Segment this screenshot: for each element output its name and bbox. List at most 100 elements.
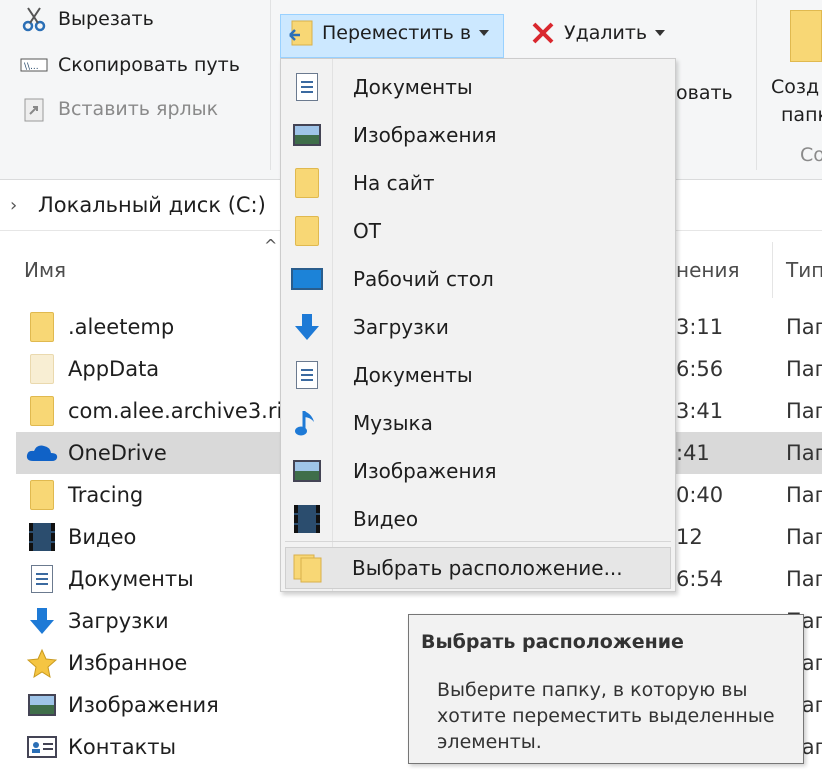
rename-button[interactable]: овать <box>676 82 733 104</box>
new-folder-button[interactable]: Созд <box>771 76 819 98</box>
paste-shortcut-label: Вставить ярлык <box>58 98 219 120</box>
desktop-icon <box>291 261 323 297</box>
video-icon <box>291 501 323 537</box>
menu-item-images-2[interactable]: Изображения <box>281 447 675 495</box>
file-type: Пап <box>786 315 822 339</box>
menu-item-label: Рабочий стол <box>353 267 494 291</box>
ribbon-group-label: Со <box>800 144 822 166</box>
new-folder-label-1: Созд <box>771 76 820 98</box>
column-name[interactable]: Имя <box>24 258 66 282</box>
menu-item-label: ОТ <box>353 219 381 243</box>
menu-item-desktop[interactable]: Рабочий стол <box>281 255 675 303</box>
image-icon <box>24 688 60 722</box>
menu-item-documents-2[interactable]: Документы <box>281 351 675 399</box>
folder-icon <box>24 352 60 386</box>
file-type: Пап <box>786 483 822 507</box>
copy-path-label: Скопировать путь <box>58 54 240 76</box>
contacts-icon <box>24 730 60 764</box>
file-name: Изображения <box>68 693 219 717</box>
column-date[interactable]: нения <box>676 258 740 282</box>
chevron-down-icon <box>479 30 490 36</box>
menu-item-video[interactable]: Видео <box>281 495 675 543</box>
paste-shortcut-icon <box>20 96 48 122</box>
delete-icon <box>530 20 556 46</box>
file-type: Пап <box>786 441 822 465</box>
menu-item-images[interactable]: Изображения <box>281 111 675 159</box>
delete-button[interactable]: Удалить <box>530 20 666 46</box>
menu-item-label: Изображения <box>353 123 497 147</box>
menu-item-na-sait[interactable]: На сайт <box>281 159 675 207</box>
new-folder-label-line2[interactable]: папк <box>781 104 822 126</box>
file-type: Пап <box>786 357 822 381</box>
menu-item-label: Документы <box>353 363 473 387</box>
choose-location-icon <box>292 550 324 586</box>
star-icon <box>24 646 60 680</box>
menu-item-downloads[interactable]: Загрузки <box>281 303 675 351</box>
delete-label: Удалить <box>564 22 648 44</box>
file-name: Избранное <box>68 651 188 675</box>
folder-icon <box>24 478 60 512</box>
cut-button[interactable]: Вырезать <box>20 6 154 32</box>
chevron-down-icon <box>655 30 666 36</box>
file-date: 3:41 <box>676 399 724 423</box>
menu-item-label: Документы <box>353 75 473 99</box>
file-date: 0:40 <box>676 483 724 507</box>
menu-item-ot[interactable]: ОТ <box>281 207 675 255</box>
file-date: 12 <box>676 525 703 549</box>
copy-path-button[interactable]: \\... Скопировать путь <box>20 52 240 78</box>
menu-item-label: На сайт <box>353 171 435 195</box>
column-type[interactable]: Тип <box>786 258 822 282</box>
sort-up-icon: ^ <box>264 236 278 255</box>
column-separator[interactable] <box>772 242 773 298</box>
menu-item-label: Изображения <box>353 459 497 483</box>
file-name: com.alee.archive3.ric <box>68 399 294 423</box>
menu-separator <box>285 541 671 542</box>
move-to-content[interactable]: Переместить в <box>288 20 490 46</box>
folder-icon <box>24 310 60 344</box>
ribbon-separator <box>756 0 757 170</box>
paste-shortcut-button[interactable]: Вставить ярлык <box>20 96 218 122</box>
folder-icon <box>291 213 323 249</box>
file-date: :41 <box>676 441 710 465</box>
tooltip-body: Выберите папку, в которую вы хотите пере… <box>437 679 775 753</box>
new-folder-icon[interactable] <box>790 10 822 62</box>
download-icon <box>291 309 323 345</box>
menu-item-label: Загрузки <box>353 315 449 339</box>
new-folder-label-2: папк <box>781 104 822 126</box>
file-type: Пап <box>786 399 822 423</box>
move-to-menu: Документы Изображения На сайт ОТ Рабочий… <box>280 58 676 592</box>
scissors-icon <box>20 6 48 32</box>
file-name: Tracing <box>68 483 144 507</box>
folder-icon <box>24 394 60 428</box>
menu-item-label: Музыка <box>353 411 433 435</box>
ribbon-separator <box>270 0 271 170</box>
cut-label: Вырезать <box>58 8 154 30</box>
file-name: Загрузки <box>68 609 169 633</box>
chevron-right-icon[interactable]: › <box>10 195 17 216</box>
file-date: 3:11 <box>676 315 724 339</box>
breadcrumb[interactable]: Локальный диск (C:) <box>38 193 266 217</box>
tooltip: Выбрать расположение Выберите папку, в к… <box>408 614 804 764</box>
file-name: OneDrive <box>68 441 167 465</box>
image-icon <box>291 117 323 153</box>
file-name: AppData <box>68 357 160 381</box>
file-name: Контакты <box>68 735 177 759</box>
file-name: .aleetemp <box>68 315 175 339</box>
svg-text:\\...: \\... <box>24 62 39 72</box>
move-to-label: Переместить в <box>322 22 472 44</box>
menu-item-documents[interactable]: Документы <box>281 63 675 111</box>
rename-label: овать <box>676 82 733 104</box>
group-label: Со <box>800 144 822 166</box>
file-name: Видео <box>68 525 137 549</box>
folder-icon <box>291 165 323 201</box>
menu-item-label: Видео <box>353 507 419 531</box>
file-date: 6:56 <box>676 357 724 381</box>
video-icon <box>24 520 60 554</box>
document-icon <box>291 69 323 105</box>
tooltip-title: Выбрать расположение <box>421 631 684 653</box>
file-type: Пап <box>786 525 822 549</box>
menu-item-music[interactable]: Музыка <box>281 399 675 447</box>
music-icon <box>291 405 323 441</box>
menu-item-label: Выбрать расположение... <box>352 556 623 580</box>
menu-item-choose-location[interactable]: Выбрать расположение... <box>285 547 671 589</box>
